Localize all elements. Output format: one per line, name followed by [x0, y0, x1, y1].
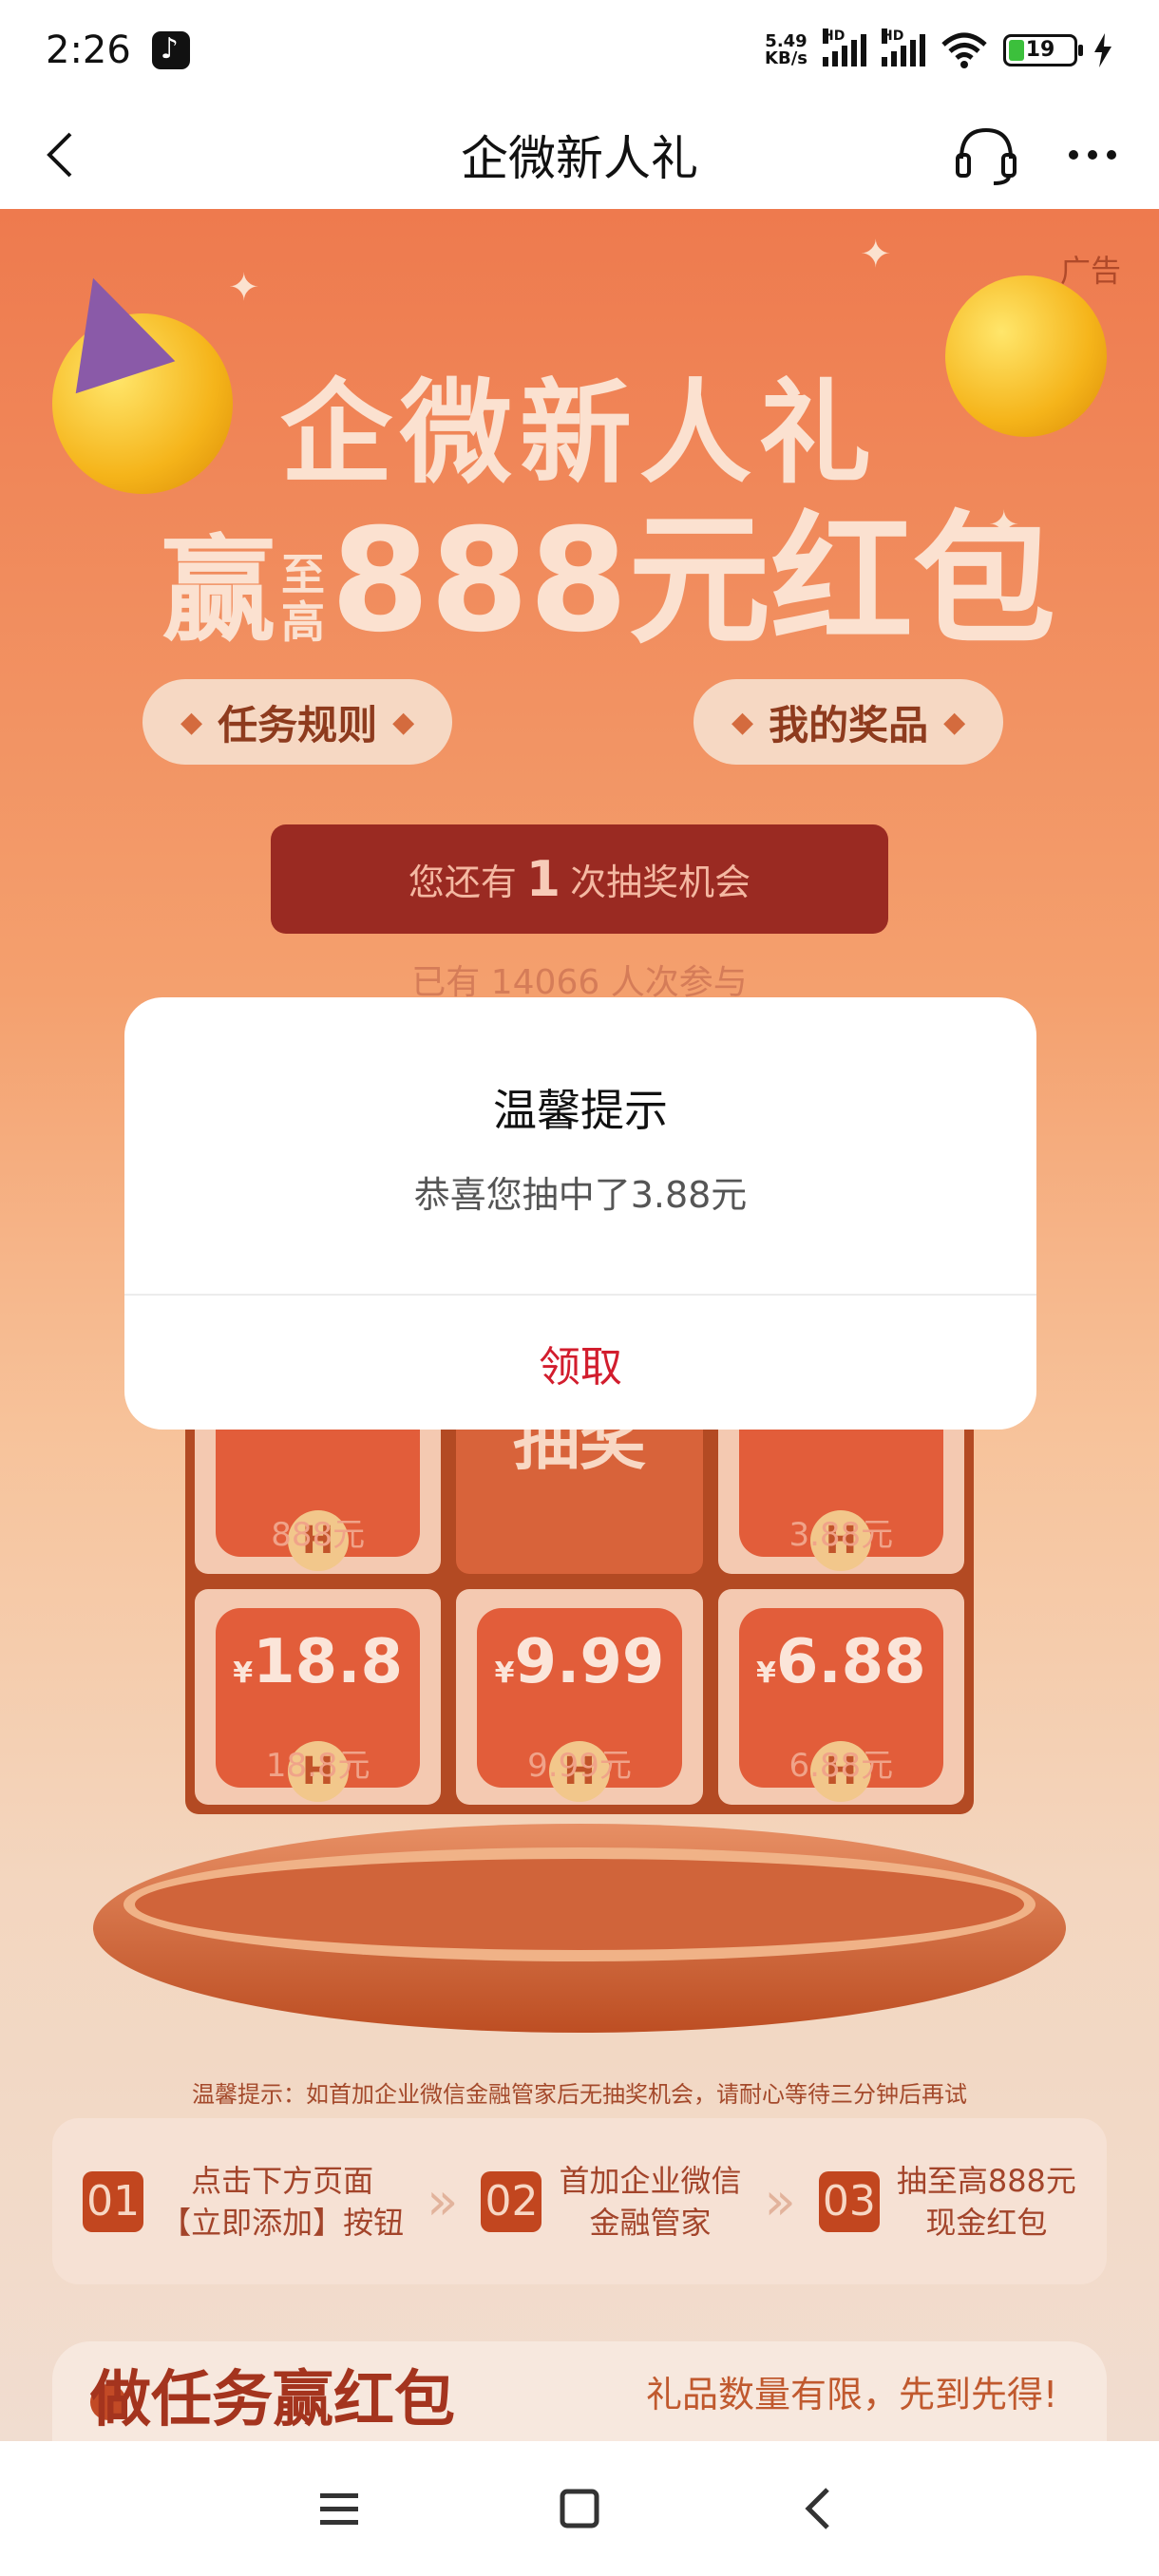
chance-count: 1 — [525, 850, 561, 908]
hero-up-2: 高 — [281, 597, 325, 649]
step-line-1: 点击下方页面 — [191, 2162, 374, 2199]
back-icon[interactable] — [38, 128, 86, 181]
headset-icon[interactable] — [952, 121, 1020, 189]
prize-dialog: 温馨提示 恭喜您抽中了3.88元 领取 — [124, 997, 1036, 1430]
hero-amount: 888元红包 — [331, 499, 1056, 664]
prize-cell: ¥18.8 H 18.8元 — [195, 1589, 442, 1805]
status-icons: 5.49 KB/s HD HD 19 — [765, 28, 1113, 69]
step-text: 首加企业微信 金融管家 — [559, 2160, 741, 2244]
signal-icon: HD — [823, 28, 866, 66]
step-line-2: 现金红包 — [925, 2204, 1048, 2241]
battery-icon: 19 — [1003, 33, 1083, 66]
tiktok-icon — [151, 30, 190, 69]
more-icon[interactable] — [1064, 126, 1121, 183]
status-bar: 2:26 5.49 KB/s HD HD 19 — [0, 0, 1159, 100]
system-nav-bar — [0, 2441, 1159, 2576]
hd-label-2: HD — [882, 28, 904, 44]
prizes-label: 我的奖品 — [769, 701, 929, 748]
nav-bar: 企微新人礼 — [0, 100, 1159, 209]
step-number: 02 — [481, 2170, 542, 2232]
step-line-1: 首加企业微信 — [559, 2162, 742, 2199]
diamond-icon: ◆ — [392, 705, 415, 739]
task-note: 礼品数量有限，先到先得! — [646, 2374, 1058, 2415]
double-chevron-icon: » — [427, 2171, 459, 2231]
task-title: 做任务赢红包 — [90, 2365, 455, 2435]
podium-top — [124, 1847, 1036, 1961]
menu-icon[interactable] — [311, 2480, 368, 2537]
prize-amount-value: 9.99 — [514, 1627, 665, 1697]
step-text: 抽至高888元 现金红包 — [897, 2160, 1076, 2244]
diamond-icon: ◆ — [732, 705, 754, 739]
rules-label: 任务规则 — [218, 701, 378, 748]
screen: 2:26 5.49 KB/s HD HD 19 — [0, 0, 1159, 2576]
yen-sign: ¥ — [494, 1657, 515, 1690]
charging-icon — [1094, 32, 1112, 67]
sparkle-icon: ✦ — [860, 233, 892, 276]
claim-button[interactable]: 领取 — [124, 1296, 1036, 1430]
hd-label: HD — [823, 28, 846, 44]
dialog-title: 温馨提示 — [493, 1085, 668, 1136]
step-line-2: 【立即添加】按钮 — [161, 2204, 405, 2241]
speed-unit: KB/s — [765, 47, 808, 68]
step-number: 03 — [818, 2170, 880, 2232]
prize-sub-label: 888元 — [271, 1516, 366, 1554]
prize-sub-label: 3.88元 — [788, 1516, 894, 1554]
ad-label: 广告 — [1059, 253, 1121, 289]
battery-level: 19 — [1025, 38, 1055, 62]
steps-card: 01 点击下方页面 【立即添加】按钮 » 02 首加企业微信 金融管家 » 03… — [52, 2118, 1107, 2284]
draw-chances-banner: 您还有 1 次抽奖机会 — [271, 824, 888, 934]
step-text: 点击下方页面 【立即添加】按钮 — [161, 2160, 404, 2244]
step-line-1: 抽至高888元 — [896, 2162, 1076, 2199]
home-icon[interactable] — [551, 2480, 608, 2537]
prize-amount: ¥18.8 — [195, 1627, 441, 1697]
prize-amount-value: 6.88 — [775, 1627, 926, 1697]
prize-cell: ¥9.99 H 9.99元 — [456, 1589, 703, 1805]
my-prizes-button[interactable]: ◆ 我的奖品 ◆ — [694, 679, 1004, 765]
rules-button[interactable]: ◆ 任务规则 ◆ — [142, 679, 453, 765]
yen-sign: ¥ — [755, 1657, 776, 1690]
prize-amount: ¥6.88 — [718, 1627, 964, 1697]
prize-sub-label: 6.88元 — [788, 1747, 894, 1785]
dialog-message: 恭喜您抽中了3.88元 — [413, 1174, 748, 1216]
step-item: 01 点击下方页面 【立即添加】按钮 — [83, 2160, 404, 2244]
chance-prefix: 您还有 — [408, 862, 517, 903]
chance-suffix: 次抽奖机会 — [570, 862, 751, 903]
step-item: 03 抽至高888元 现金红包 — [818, 2160, 1076, 2244]
page-title: 企微新人礼 — [461, 130, 698, 186]
sparkle-icon: ✦ — [228, 266, 260, 310]
hero-up-1: 至 — [281, 549, 325, 601]
signal-icon-2: HD — [882, 28, 925, 66]
hero-subtitle: 赢至高888元红包 — [162, 465, 1055, 672]
speed-value: 5.49 — [765, 30, 808, 51]
prize-amount: ¥9.99 — [456, 1627, 702, 1697]
diamond-icon: ◆ — [943, 705, 966, 739]
tip-text: 温馨提示：如首加企业微信金融管家后无抽奖机会，请耐心等待三分钟后再试 — [192, 2081, 967, 2108]
double-chevron-icon: » — [764, 2171, 796, 2231]
step-item: 02 首加企业微信 金融管家 — [481, 2160, 741, 2244]
wifi-icon — [941, 32, 987, 68]
status-time: 2:26 — [46, 28, 131, 72]
network-speed: 5.49 KB/s — [765, 30, 808, 68]
prize-sub-label: 9.99元 — [527, 1747, 632, 1785]
yen-sign: ¥ — [233, 1657, 254, 1690]
hero-up: 至高 — [281, 551, 325, 646]
prize-cell: ¥6.88 H 6.88元 — [717, 1589, 964, 1805]
prize-sub-label: 18.8元 — [265, 1747, 370, 1785]
diamond-icon: ◆ — [180, 705, 203, 739]
back-nav-icon[interactable] — [791, 2480, 848, 2537]
step-line-2: 金融管家 — [589, 2204, 712, 2241]
prize-amount-value: 18.8 — [253, 1627, 404, 1697]
step-number: 01 — [83, 2170, 144, 2232]
hero-win: 赢 — [162, 525, 276, 657]
